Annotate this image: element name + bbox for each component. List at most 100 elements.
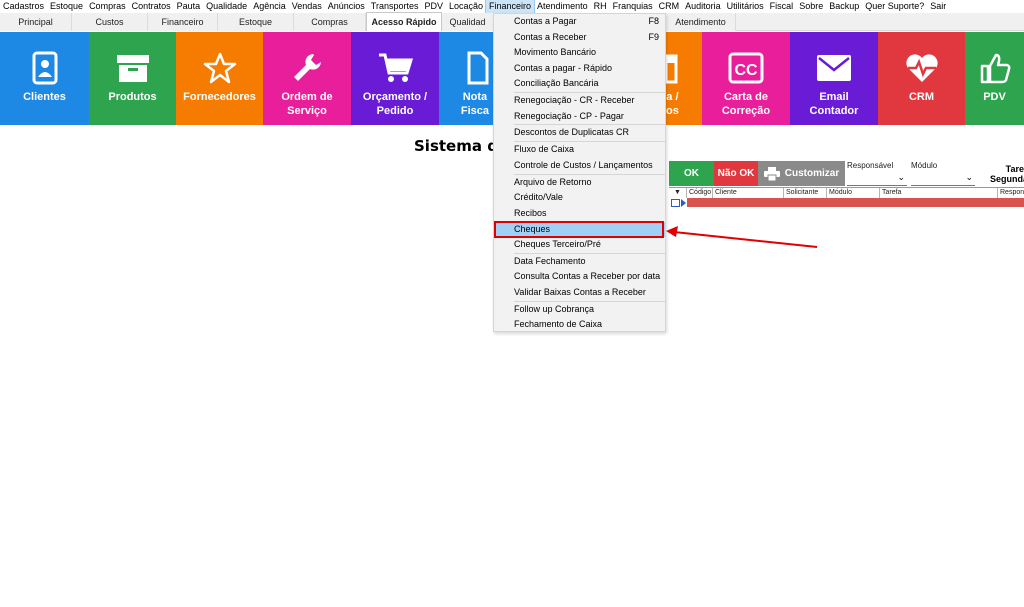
tile-nota-fiscal[interactable]: Nota Fisca (439, 32, 493, 125)
customize-button[interactable]: Customizar (758, 161, 845, 186)
menu-item-conciliacao-bancaria[interactable]: Conciliação Bancária (494, 76, 665, 91)
menu-sobre[interactable]: Sobre (796, 0, 826, 13)
menu-pauta[interactable]: Pauta (174, 0, 204, 13)
menu-item-consulta-contas-receber[interactable]: Consulta Contas a Receber por data (494, 269, 665, 284)
row-pointer-icon (681, 199, 686, 207)
menu-compras[interactable]: Compras (86, 0, 129, 13)
tile-label: Email Contador (809, 91, 859, 117)
menu-agencia[interactable]: Agência (250, 0, 289, 13)
segunda-text: Segunda (990, 174, 1024, 184)
ok-button[interactable]: OK (669, 161, 714, 186)
tab-financeiro[interactable]: Financeiro (148, 13, 218, 31)
menu-anuncios[interactable]: Anúncios (325, 0, 368, 13)
heart-pulse-icon (904, 48, 940, 88)
annotation-highlight-box (494, 221, 664, 238)
menu-item-contas-a-pagar[interactable]: Contas a Pagar F8 (494, 14, 665, 29)
box-icon (116, 48, 150, 88)
menu-atendimento[interactable]: Atendimento (534, 0, 591, 13)
printer-icon (763, 166, 780, 181)
tile-fornecedores[interactable]: Fornecedores (176, 32, 263, 125)
menu-item-descontos-duplicatas[interactable]: Descontos de Duplicatas CR (494, 125, 665, 140)
menu-item-cheques-terceiro-pre[interactable]: Cheques Terceiro/Pré (494, 237, 665, 252)
menu-item-validar-baixas[interactable]: Validar Baixas Contas a Receber (494, 285, 665, 300)
tab-estoque[interactable]: Estoque (218, 13, 294, 31)
menu-franquias[interactable]: Franquias (610, 0, 656, 13)
menu-item-contas-a-pagar-rapido[interactable]: Contas a pagar - Rápido (494, 61, 665, 76)
col-codigo[interactable]: Código (687, 188, 713, 198)
menu-item-follow-up-cobranca[interactable]: Follow up Cobrança (494, 302, 665, 317)
tile-email-contador[interactable]: Email Contador (790, 32, 878, 125)
menu-utilitarios[interactable]: Utilitários (724, 0, 767, 13)
tab-qualidade[interactable]: Qualidad (442, 13, 494, 31)
tile-pdv[interactable]: PDV (965, 32, 1024, 125)
not-ok-button[interactable]: Não OK (714, 161, 758, 186)
col-cliente[interactable]: Cliente (713, 188, 784, 198)
col-solicitante[interactable]: Solicitante (784, 188, 827, 198)
tile-label: Ordem de Serviço (281, 91, 333, 117)
tasks-grid: ▼ Código Cliente Solicitante Módulo Tare… (669, 187, 1024, 207)
app-window: { "menubar": { "items": ["Cadastros","Es… (0, 0, 1024, 607)
document-icon (467, 48, 489, 88)
cart-icon (377, 48, 413, 88)
menu-crm[interactable]: CRM (656, 0, 683, 13)
cc-icon: CC (728, 48, 764, 88)
sort-indicator[interactable]: ▼ (669, 188, 687, 198)
client-card-icon (32, 48, 58, 88)
menu-item-movimento-bancario[interactable]: Movimento Bancário (494, 45, 665, 60)
tile-label: Fornecedores (183, 91, 256, 103)
menu-vendas[interactable]: Vendas (289, 0, 325, 13)
menu-backup[interactable]: Backup (826, 0, 862, 13)
annotation-arrow-icon (666, 226, 818, 248)
tile-ordem-servico[interactable]: Ordem de Serviço (263, 32, 351, 125)
modulo-label: Módulo (911, 161, 938, 170)
tab-acesso-rapido[interactable]: Acesso Rápido (366, 12, 442, 31)
menu-auditoria[interactable]: Auditoria (682, 0, 724, 13)
menu-item-fluxo-de-caixa[interactable]: Fluxo de Caixa (494, 142, 665, 157)
menu-item-arquivo-de-retorno[interactable]: Arquivo de Retorno (494, 175, 665, 190)
menu-estoque[interactable]: Estoque (47, 0, 86, 13)
chevron-down-icon: ⌄ (897, 172, 905, 182)
menu-rh[interactable]: RH (591, 0, 610, 13)
tarefa-text: Tare (1005, 164, 1024, 174)
tab-atendimento[interactable]: Atendimento (666, 13, 736, 31)
menu-item-credito-vale[interactable]: Crédito/Vale (494, 190, 665, 205)
menu-item-controle-de-custos[interactable]: Controle de Custos / Lançamentos (494, 158, 665, 173)
tile-label: Orçamento / Pedido (362, 91, 428, 117)
tile-orcamento-pedido[interactable]: Orçamento / Pedido (351, 32, 439, 125)
menu-fiscal[interactable]: Fiscal (767, 0, 797, 13)
table-row[interactable] (687, 198, 1024, 207)
menu-item-renegociacao-cr[interactable]: Renegociação - CR - Receber (494, 93, 665, 108)
responsavel-select[interactable]: ⌄ (847, 172, 907, 186)
tile-crm[interactable]: CRM (878, 32, 965, 125)
tile-carta-correcao[interactable]: CC Carta de Correção (702, 32, 790, 125)
col-modulo[interactable]: Módulo (827, 188, 880, 198)
shortcut-label: F9 (648, 32, 659, 42)
col-tarefa[interactable]: Tarefa (880, 188, 998, 198)
tile-label: Nota Fisca (460, 91, 489, 117)
menu-cadastros[interactable]: Cadastros (0, 0, 47, 13)
modulo-select[interactable]: ⌄ (911, 172, 975, 186)
tile-clientes[interactable]: Clientes (0, 32, 89, 125)
tile-agenda[interactable]: a / os (666, 32, 702, 125)
menu-item-data-fechamento[interactable]: Data Fechamento (494, 254, 665, 269)
shortcut-label: F8 (648, 16, 659, 26)
tab-principal[interactable]: Principal (0, 13, 72, 31)
tile-produtos[interactable]: Produtos (89, 32, 176, 125)
menu-item-recibos[interactable]: Recibos (494, 206, 665, 221)
col-responsavel[interactable]: Respons (998, 188, 1024, 198)
menu-item-contas-a-receber[interactable]: Contas a Receber F9 (494, 30, 665, 45)
row-checkbox[interactable] (671, 199, 680, 207)
tab-compras[interactable]: Compras (294, 13, 366, 31)
menu-qualidade[interactable]: Qualidade (203, 0, 250, 13)
menu-contratos[interactable]: Contratos (129, 0, 174, 13)
chevron-down-icon: ⌄ (965, 172, 973, 182)
menu-financeiro[interactable]: Financeiro (485, 0, 536, 14)
menu-sair[interactable]: Sair (927, 0, 949, 13)
customize-label: Customizar (784, 168, 840, 179)
menu-item-fechamento-de-caixa[interactable]: Fechamento de Caixa (494, 317, 665, 332)
tab-custos[interactable]: Custos (72, 13, 148, 31)
menu-quer-suporte[interactable]: Quer Suporte? (862, 0, 927, 13)
menu-item-renegociacao-cp[interactable]: Renegociação - CP - Pagar (494, 109, 665, 124)
menu-locacao[interactable]: Locação (446, 0, 486, 13)
tile-label: Produtos (108, 91, 157, 103)
